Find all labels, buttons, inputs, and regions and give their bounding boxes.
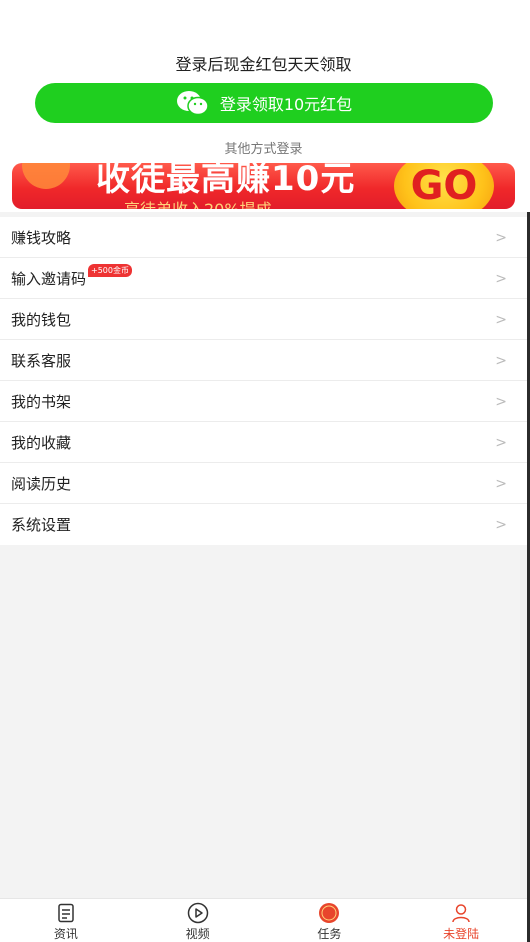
- reward-badge: +500金币: [88, 264, 132, 277]
- other-login-methods-link[interactable]: 其他方式登录: [0, 138, 527, 157]
- tab-news[interactable]: 资讯: [0, 899, 132, 942]
- menu-item-invite-code[interactable]: 输入邀请码 +500金币 >: [0, 258, 527, 299]
- menu-item-system-settings[interactable]: 系统设置 >: [0, 504, 527, 545]
- chevron-right-icon: >: [495, 312, 507, 328]
- wechat-icon: [176, 90, 210, 116]
- chevron-right-icon: >: [495, 517, 507, 533]
- settings-menu: 赚钱攻略 > 输入邀请码 +500金币 > 我的钱包 > 联系客服 > 我的书架…: [0, 217, 527, 545]
- menu-item-customer-service[interactable]: 联系客服 >: [0, 340, 527, 381]
- tab-tasks[interactable]: 任务: [264, 899, 396, 942]
- chevron-right-icon: >: [495, 271, 507, 287]
- tab-label: 任务: [317, 927, 342, 941]
- tab-label: 未登陆: [443, 927, 480, 941]
- wechat-login-label: 登录领取10元红包: [219, 95, 353, 114]
- promo-title: 登录后现金红包天天领取: [175, 55, 352, 74]
- tab-label: 视频: [185, 927, 210, 941]
- task-badge-icon: [318, 902, 340, 924]
- banner-headline: 收徒最高赚10元: [96, 163, 356, 199]
- news-icon: [55, 902, 77, 924]
- chevron-right-icon: >: [495, 476, 507, 492]
- tab-account[interactable]: 未登陆: [395, 899, 527, 942]
- menu-item-bookshelf[interactable]: 我的书架 >: [0, 381, 527, 422]
- user-icon: [450, 902, 472, 924]
- menu-item-label: 联系客服: [11, 351, 72, 370]
- chevron-right-icon: >: [495, 230, 507, 246]
- invite-banner[interactable]: 收徒最高赚10元 享徒弟收入20%提成 GO: [12, 163, 515, 209]
- menu-item-money-guide[interactable]: 赚钱攻略 >: [0, 217, 527, 258]
- menu-item-label: 阅读历史: [11, 474, 72, 493]
- chevron-right-icon: >: [495, 353, 507, 369]
- wechat-login-button[interactable]: 登录领取10元红包: [35, 83, 493, 123]
- menu-item-label: 我的钱包: [11, 310, 72, 329]
- menu-item-favorites[interactable]: 我的收藏 >: [0, 422, 527, 463]
- tab-label: 资讯: [53, 927, 78, 941]
- banner-subline: 享徒弟收入20%提成: [124, 196, 272, 209]
- banner-decoration: [22, 163, 70, 189]
- tab-video[interactable]: 视频: [132, 899, 264, 942]
- bottom-tab-bar: 资讯 视频 任务 未登陆: [0, 898, 527, 942]
- chevron-right-icon: >: [495, 435, 507, 451]
- menu-item-reading-history[interactable]: 阅读历史 >: [0, 463, 527, 504]
- menu-item-wallet[interactable]: 我的钱包 >: [0, 299, 527, 340]
- menu-item-label: 系统设置: [11, 516, 72, 534]
- chevron-right-icon: >: [495, 394, 507, 410]
- menu-item-label: 输入邀请码: [11, 269, 87, 288]
- banner-go-button[interactable]: GO: [394, 163, 494, 209]
- menu-item-label: 赚钱攻略: [11, 228, 72, 247]
- login-section: 登录后现金红包天天领取 登录领取10元红包 其他方式登录 收徒最高赚10元 享徒…: [0, 0, 530, 212]
- menu-item-label: 我的书架: [11, 392, 72, 411]
- play-icon: [187, 902, 209, 924]
- menu-item-label: 我的收藏: [11, 433, 72, 452]
